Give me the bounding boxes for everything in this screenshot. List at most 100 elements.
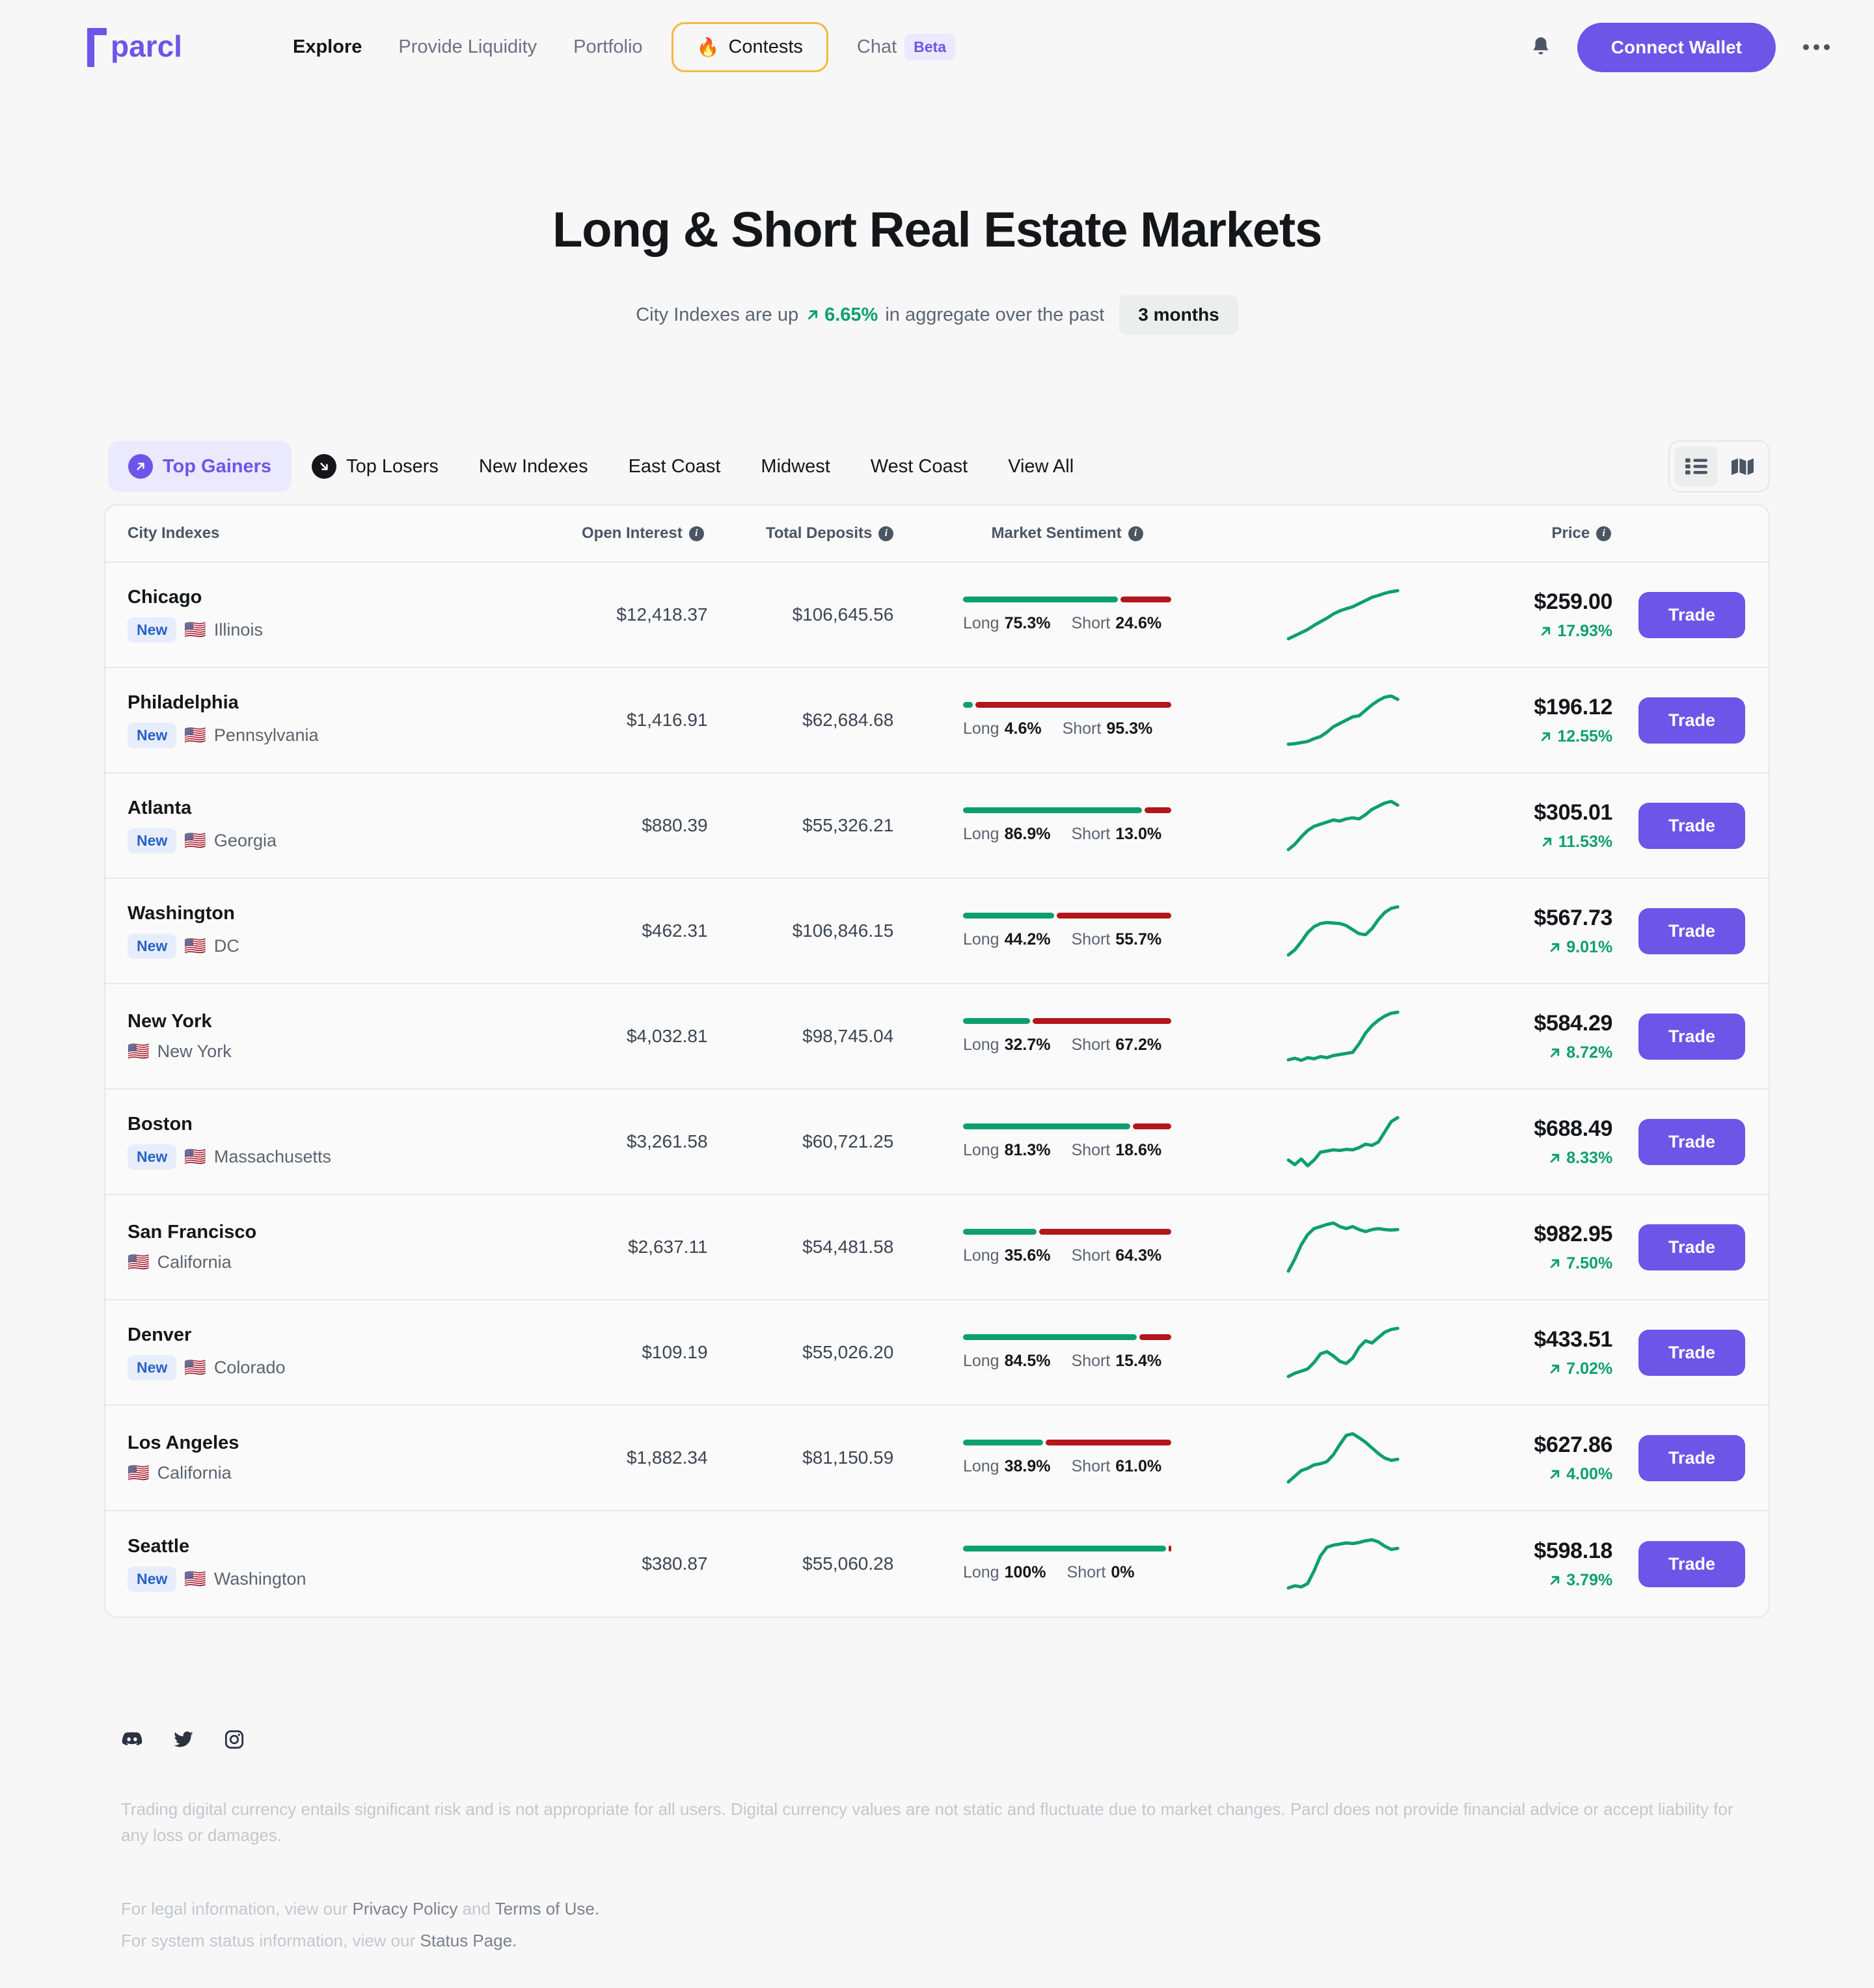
price-value: $982.95 [1534,1221,1613,1246]
hero-subtitle: City Indexes are up 6.65% in aggregate o… [0,295,1874,335]
sentiment-bar [962,1440,1171,1445]
beta-badge: Beta [904,34,956,60]
cell-action: Trade [1612,1224,1769,1270]
privacy-policy-link[interactable]: Privacy Policy [353,1899,458,1918]
sentiment-long-bar [962,1546,1167,1551]
info-icon[interactable]: i [1596,526,1612,541]
column-header-city-indexes[interactable]: City Indexes [105,524,503,543]
us-flag-icon: 🇺🇸 [184,1568,206,1589]
us-flag-icon: 🇺🇸 [184,1146,206,1166]
price-change: 17.93% [1445,622,1612,641]
trade-button[interactable]: Trade [1638,1434,1745,1481]
cell-city: Denver New 🇺🇸 Colorado [105,1324,503,1380]
discord-icon[interactable] [121,1728,143,1751]
table-row[interactable]: San Francisco 🇺🇸 California $2,637.11 $5… [105,1195,1769,1300]
column-header-open-interest[interactable]: Open Interest i [503,524,708,543]
filter-tab-east-coast[interactable]: East Coast [608,443,741,490]
short-value: 95.3% [1106,719,1153,738]
table-row[interactable]: Philadelphia New 🇺🇸 Pennsylvania $1,416.… [105,668,1769,773]
long-label: Long [962,1141,999,1159]
cell-total-deposits: $98,745.04 [802,1026,894,1046]
cell-price: $259.00 17.93% [1445,589,1612,641]
page-title: Long & Short Real Estate Markets [552,202,1322,258]
ellipsis-icon[interactable] [1797,38,1836,57]
cell-price: $305.01 11.53% [1445,800,1612,852]
sparkline-icon [1286,1538,1400,1590]
table-row[interactable]: New York 🇺🇸 New York $4,032.81 $98,745.0… [105,984,1769,1090]
nav-item-explore[interactable]: Explore [275,36,380,58]
long-label: Long [962,930,999,948]
parcl-logo[interactable]: parcl [87,27,224,67]
sentiment-labels: Long 32.7% Short 67.2% [963,1036,1171,1054]
short-value: 55.7% [1115,930,1162,948]
trade-button[interactable]: Trade [1638,591,1745,638]
filter-tab-label: Top Losers [346,455,439,477]
cell-city: San Francisco 🇺🇸 California [105,1222,503,1272]
status-page-link[interactable]: Status Page. [420,1931,517,1950]
short-value: 24.6% [1115,614,1162,632]
table-row[interactable]: Boston New 🇺🇸 Massachusetts $3,261.58 $6… [105,1090,1769,1195]
filter-tab-top-gainers[interactable]: Top Gainers [108,441,292,492]
table-row[interactable]: Chicago New 🇺🇸 Illinois $12,418.37 $106,… [105,563,1769,668]
long-value: 81.3% [1004,1141,1051,1159]
trade-button[interactable]: Trade [1638,907,1745,954]
trade-button[interactable]: Trade [1638,1013,1745,1060]
table-row[interactable]: Washington New 🇺🇸 DC $462.31 $106,846.15… [105,879,1769,984]
state-name: California [157,1462,232,1483]
nav-item-chat[interactable]: Chat Beta [839,34,968,60]
column-header-total-deposits[interactable]: Total Deposits i [708,524,894,543]
sentiment-long-bar [962,702,973,708]
table-row[interactable]: Atlanta New 🇺🇸 Georgia $880.39 $55,326.2… [105,773,1769,879]
nav-item-contests[interactable]: 🔥 Contests [671,22,828,72]
nav-item-portfolio[interactable]: Portfolio [555,36,660,58]
column-header-price[interactable]: Price i [1445,524,1612,543]
instagram-icon[interactable] [224,1729,245,1750]
column-label: Market Sentiment [991,524,1122,542]
info-icon[interactable]: i [688,526,704,541]
filter-tab-new-indexes[interactable]: New Indexes [459,443,608,490]
trade-button[interactable]: Trade [1638,1540,1745,1587]
connect-wallet-button[interactable]: Connect Wallet [1577,22,1776,72]
bell-icon[interactable] [1527,33,1555,62]
price-change-value: 8.72% [1566,1043,1613,1062]
trade-button[interactable]: Trade [1638,1329,1745,1376]
map-view-icon[interactable] [1720,446,1764,487]
list-view-icon[interactable] [1674,446,1718,487]
trade-button[interactable]: Trade [1638,1224,1745,1270]
city-name: Washington [128,903,235,924]
price-value: $598.18 [1534,1538,1613,1563]
info-icon[interactable]: i [878,526,894,541]
svg-text:parcl: parcl [111,29,182,63]
cell-action: Trade [1612,1540,1769,1587]
terms-of-use-link[interactable]: Terms of Use. [495,1899,599,1918]
cell-city: Los Angeles 🇺🇸 California [105,1432,503,1483]
filter-tab-view-all[interactable]: View All [988,443,1094,490]
price-change: 9.01% [1445,938,1612,957]
cell-market-sentiment: Long 81.3% Short 18.6% [893,1123,1240,1160]
short-value: 61.0% [1115,1457,1162,1475]
arrow-up-right-icon [1551,1048,1560,1057]
us-flag-icon: 🇺🇸 [184,830,206,850]
legal-line: For legal information, view our Privacy … [121,1893,1770,1925]
sentiment-labels: Long 84.5% Short 15.4% [963,1352,1171,1371]
sparkline-icon [1286,1221,1400,1273]
period-selector[interactable]: 3 months [1119,295,1238,335]
nav-item-provide-liquidity[interactable]: Provide Liquidity [380,36,555,58]
trade-button[interactable]: Trade [1638,1118,1745,1165]
table-row[interactable]: Seattle New 🇺🇸 Washington $380.87 $55,06… [105,1511,1769,1617]
filter-tab-west-coast[interactable]: West Coast [850,443,988,490]
cell-trend-sparkline [1241,692,1445,748]
info-icon[interactable]: i [1128,526,1143,541]
table-row[interactable]: Los Angeles 🇺🇸 California $1,882.34 $81,… [105,1406,1769,1511]
column-header-market-sentiment[interactable]: Market Sentiment i [893,524,1240,543]
long-value: 4.6% [1004,719,1042,738]
trade-button[interactable]: Trade [1638,697,1745,744]
short-value: 64.3% [1115,1246,1162,1265]
table-row[interactable]: Denver New 🇺🇸 Colorado $109.19 $55,026.2… [105,1300,1769,1406]
sentiment-bar [962,913,1171,919]
trade-button[interactable]: Trade [1638,802,1745,849]
twitter-icon[interactable] [173,1729,194,1750]
filter-tab-midwest[interactable]: Midwest [740,443,850,490]
filter-tab-top-losers[interactable]: Top Losers [292,441,459,492]
cell-open-interest: $380.87 [642,1553,708,1574]
